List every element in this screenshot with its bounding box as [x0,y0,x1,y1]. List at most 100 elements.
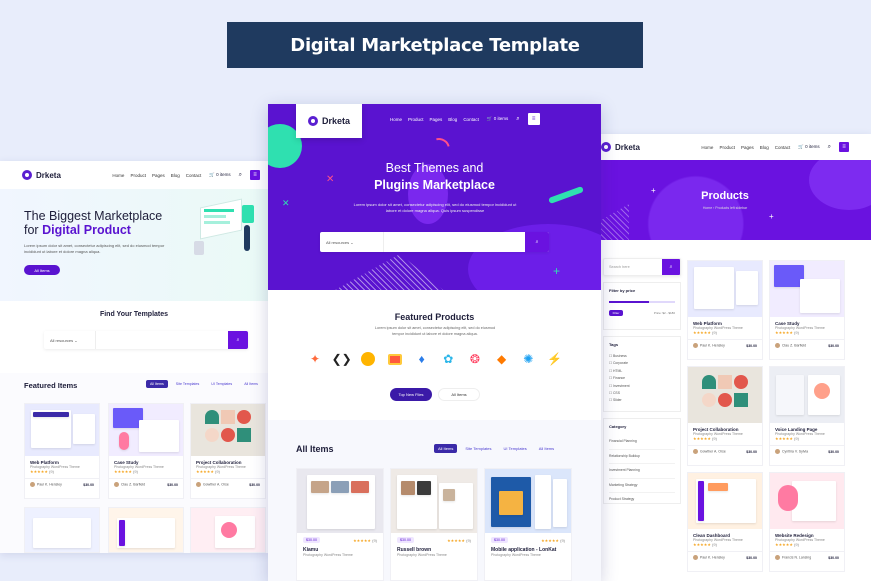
product-card[interactable]: Project Collaboration Photography WordPre… [687,366,763,466]
search-input[interactable] [384,232,525,252]
sidebar-search-button[interactable]: ⌕ [662,259,680,275]
price-slider[interactable] [609,301,675,303]
hero-all-items-button[interactable]: All Items [24,265,60,275]
tag-checkbox[interactable]: ☐ Slider [609,397,675,404]
x-decoration: ✕ [282,198,290,208]
product-card[interactable]: Case Study Photography WordPress Theme ★★★… [769,260,845,360]
brand-logo[interactable]: Drketa [601,142,640,152]
category-widget: Category Financial Planning Relationship… [603,418,681,504]
plugin-icon-7[interactable]: ❂ [466,350,484,368]
plugin-icon-4[interactable] [386,350,404,368]
card-subtitle: Photography WordPress Theme [397,553,447,557]
tab-all-items-2[interactable]: All Items [240,380,262,388]
plugin-icon-6[interactable]: ✿ [439,350,457,368]
main-nav: Home Product Pages Blog Contact [112,173,201,178]
main-nav: Home Product Pages Blog Contact [390,117,479,122]
resource-select[interactable]: All resources ⌄ [320,232,384,252]
nav-home[interactable]: Home [390,117,402,122]
category-link[interactable]: Financial Planning [609,435,675,450]
card-author: Clau Z. Barfield [114,482,145,487]
product-card[interactable] [108,507,184,553]
nav-blog[interactable]: Blog [171,173,180,178]
nav-product[interactable]: Product [130,173,146,178]
tag-checkbox[interactable]: ☐ Corporate [609,360,675,367]
category-link[interactable]: Relationship Buildup [609,450,675,464]
tab-all-items-2[interactable]: All Items [535,444,558,453]
tab-ui-templates[interactable]: UI Templates [207,380,236,388]
filter-button[interactable]: Filter [609,310,623,316]
product-card[interactable] [24,507,100,553]
tab-all-items[interactable]: All Items [146,380,168,388]
brand-logo[interactable]: Drketa [307,116,350,126]
product-card[interactable]: $30.00 ★★★★★ (9) Kiamu Photography WordPr… [296,468,384,581]
tag-checkbox[interactable]: ☐ CSS [609,390,675,397]
all-items-button[interactable]: All Items [438,388,480,401]
nav-blog[interactable]: Blog [448,117,457,122]
product-card[interactable]: $30.00 ★★★★★ (9) Russell brown Photograph… [390,468,478,581]
brand-name: Drketa [36,170,61,180]
nav-home[interactable]: Home [701,145,713,150]
cart-link[interactable]: 🛒 0 items [209,172,230,178]
plugin-icon-9[interactable]: ✺ [519,350,537,368]
menu-icon[interactable]: ≡ [527,113,540,125]
tab-ui-templates[interactable]: UI Templates [500,444,531,453]
product-card[interactable]: Project Collaboration Photography WordPr… [190,403,266,499]
plugin-icon-10[interactable]: ⚡ [546,350,564,368]
nav-product[interactable]: Product [408,117,424,122]
featured-products-section: Featured Products Lorem ipsum dolor sit … [268,290,601,420]
product-card[interactable]: Voice Landing Page Photography WordPress … [769,366,845,466]
tab-site-templates[interactable]: Site Templates [461,444,495,453]
category-link[interactable]: Product Strategy [609,493,675,507]
tag-checkbox[interactable]: ☐ Finance [609,375,675,382]
card-rating: ★★★★★ (9) [447,537,471,543]
tag-checkbox[interactable]: ☐ Investment [609,383,675,390]
card-price: $30.00 [746,449,757,454]
cart-link[interactable]: 🛒 0 items [798,144,819,150]
brand-name: Drketa [321,116,350,126]
search-icon[interactable]: ⌕ [516,116,519,123]
top-new-files-button[interactable]: Top New Files [390,388,432,401]
tag-checkbox[interactable]: ☐ Business [609,353,675,360]
product-card[interactable]: $30.00 ★★★★★ (9) Mobile application - Lon… [484,468,572,581]
resource-select[interactable]: All resources ⌄ [44,331,96,349]
tab-site-templates[interactable]: Site Templates [172,380,204,388]
nav-contact[interactable]: Contact [186,173,202,178]
search-icon[interactable]: ⌕ [239,172,242,179]
nav-contact[interactable]: Contact [463,117,479,122]
product-card[interactable]: Web Platform Photography WordPress Theme… [24,403,100,499]
search-icon[interactable]: ⌕ [828,144,831,151]
sidebar-search-input[interactable]: Search here [604,259,662,275]
nav-pages[interactable]: Pages [741,145,754,150]
nav-pages[interactable]: Pages [152,173,165,178]
search-button[interactable]: ⌕ [525,232,549,252]
product-card[interactable]: Clean Dashboard Photography WordPress The… [687,472,763,572]
menu-icon[interactable]: ≡ [839,142,849,152]
product-card[interactable]: Case Study Photography WordPress Theme ★… [108,403,184,499]
center-header: Drketa Home Product Pages Blog Contact 🛒… [268,104,601,138]
nav-blog[interactable]: Blog [760,145,769,150]
search-button[interactable]: ⌕ [228,331,248,349]
brand-logo[interactable]: Drketa [22,170,61,180]
category-link[interactable]: Marketing Strategy [609,479,675,493]
plugin-icon-1[interactable]: ✦ [306,350,324,368]
search-input[interactable] [96,331,228,349]
menu-icon[interactable]: ≡ [250,170,260,180]
nav-home[interactable]: Home [112,173,124,178]
product-card[interactable]: Web Platform Photography WordPress Theme ★… [687,260,763,360]
plugin-icon-8[interactable]: ◆ [493,350,511,368]
plugin-icon-3[interactable] [359,350,377,368]
nav-product[interactable]: Product [719,145,735,150]
plugin-icon-5[interactable]: ♦ [413,350,431,368]
cart-link[interactable]: 🛒 0 items [487,116,508,122]
product-card[interactable]: Website Redesign Photography WordPress Th… [769,472,845,572]
nav-contact[interactable]: Contact [775,145,791,150]
nav-pages[interactable]: Pages [430,117,443,122]
plugin-icon-2[interactable]: ❮❯ [332,350,352,368]
plus-decoration: + [553,264,561,278]
logo-icon [601,142,611,152]
avatar [196,482,201,487]
product-card[interactable] [190,507,266,553]
tag-checkbox[interactable]: ☐ HTML [609,368,675,375]
category-link[interactable]: Investment Planning [609,464,675,479]
tab-all-items[interactable]: All Items [434,444,458,453]
